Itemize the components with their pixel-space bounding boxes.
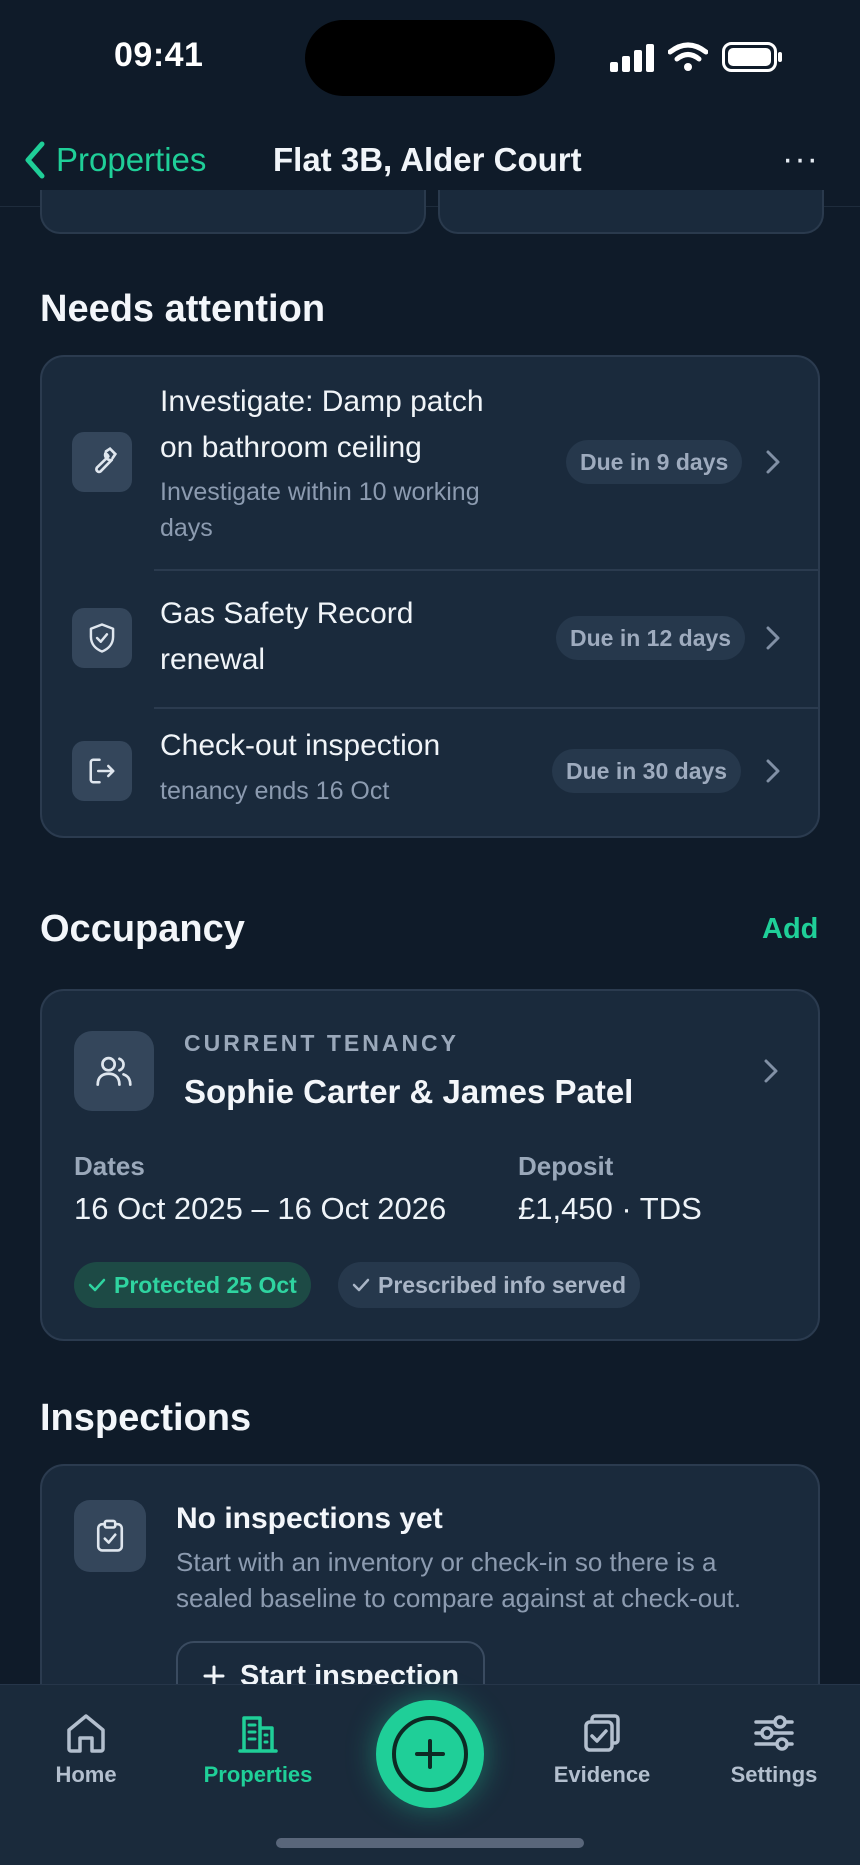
chevron-right-icon — [766, 626, 780, 650]
chip-label: Protected 25 Oct — [114, 1271, 297, 1298]
tenancy-overline: CURRENT TENANCY — [184, 1030, 459, 1056]
wrench-icon — [72, 432, 132, 492]
clipboard-check-icon — [74, 1500, 146, 1572]
attention-row-damp[interactable]: Investigate: Damp patch on bathroom ceil… — [42, 357, 818, 569]
attention-sub-line1: Investigate within 10 working — [160, 478, 480, 506]
chevron-right-icon — [766, 759, 780, 783]
attention-row-checkout[interactable]: Check-out inspection tenancy ends 16 Oct… — [42, 709, 818, 836]
summary-card-right[interactable] — [438, 190, 824, 234]
tab-settings[interactable]: Settings — [704, 1712, 844, 1788]
needs-attention-heading: Needs attention — [40, 288, 326, 330]
shield-check-icon — [72, 608, 132, 668]
back-button[interactable]: Properties — [22, 140, 206, 180]
page-title: Flat 3B, Alder Court — [273, 141, 582, 178]
due-badge: Due in 9 days — [566, 440, 743, 484]
chevron-right-icon — [764, 1059, 778, 1083]
attention-title-line1: Gas Safety Record — [160, 597, 414, 630]
add-tenancy-link[interactable]: Add — [762, 913, 818, 946]
dates-value: 16 Oct 2025 – 16 Oct 2026 — [74, 1191, 447, 1226]
prescribed-info-chip: Prescribed info served — [338, 1262, 640, 1308]
plus-icon — [392, 1716, 468, 1792]
needs-attention-card: Investigate: Damp patch on bathroom ceil… — [40, 355, 820, 838]
status-time: 09:41 — [114, 36, 204, 74]
tab-label: Settings — [730, 1762, 818, 1787]
battery-icon — [722, 42, 782, 72]
check-icon — [352, 1278, 370, 1292]
deposit-protected-chip: Protected 25 Oct — [74, 1262, 311, 1308]
attention-title-line2: renewal — [160, 643, 266, 676]
users-icon — [74, 1031, 154, 1111]
tab-properties[interactable]: Properties — [188, 1712, 328, 1788]
deposit-label: Deposit — [518, 1151, 614, 1181]
due-badge: Due in 30 days — [552, 749, 742, 793]
cellular-signal-icon — [610, 44, 654, 72]
exit-icon — [72, 741, 132, 801]
sliders-icon — [754, 1715, 794, 1751]
attention-sub-line1: tenancy ends 16 Oct — [160, 777, 390, 805]
deposit-value: £1,450 · TDS — [518, 1191, 702, 1226]
tenancy-card[interactable]: CURRENT TENANCY Sophie Carter & James Pa… — [40, 989, 820, 1341]
empty-state-line1: Start with an inventory or check-in so t… — [176, 1547, 717, 1577]
dates-label: Dates — [74, 1151, 145, 1181]
more-options-icon[interactable]: ··· — [782, 140, 819, 179]
wifi-icon — [668, 42, 708, 71]
attention-title-line1: Investigate: Damp patch — [160, 385, 484, 418]
attention-title-line2: on bathroom ceiling — [160, 431, 422, 464]
chip-label: Prescribed info served — [378, 1271, 626, 1298]
occupancy-heading: Occupancy — [40, 908, 245, 950]
dynamic-island — [305, 20, 555, 96]
chevron-right-icon — [766, 450, 780, 474]
tab-label: Evidence — [553, 1762, 651, 1787]
back-button-label: Properties — [56, 141, 207, 178]
chevron-left-icon — [25, 141, 45, 179]
empty-state-title: No inspections yet — [176, 1502, 443, 1535]
due-badge: Due in 12 days — [556, 616, 746, 660]
tab-label: Properties — [203, 1762, 313, 1787]
summary-card-left[interactable] — [40, 190, 426, 234]
empty-state-line2: sealed baseline to compare against at ch… — [176, 1583, 742, 1613]
check-icon — [88, 1278, 106, 1292]
attention-title-line1: Check-out inspection — [160, 729, 441, 762]
tab-evidence[interactable]: Evidence — [532, 1712, 672, 1788]
tab-label: Home — [55, 1762, 117, 1787]
home-indicator — [276, 1838, 584, 1848]
attention-sub-line2: days — [160, 514, 213, 542]
building-icon — [238, 1716, 278, 1753]
evidence-icon — [584, 1714, 620, 1752]
home-icon — [67, 1714, 105, 1753]
inspections-heading: Inspections — [40, 1397, 252, 1439]
add-fab-button[interactable] — [376, 1700, 484, 1808]
tab-home[interactable]: Home — [16, 1712, 156, 1788]
attention-row-gas-safety[interactable]: Gas Safety Record renewal Due in 12 days — [42, 571, 818, 707]
tenant-names: Sophie Carter & James Patel — [184, 1073, 634, 1110]
